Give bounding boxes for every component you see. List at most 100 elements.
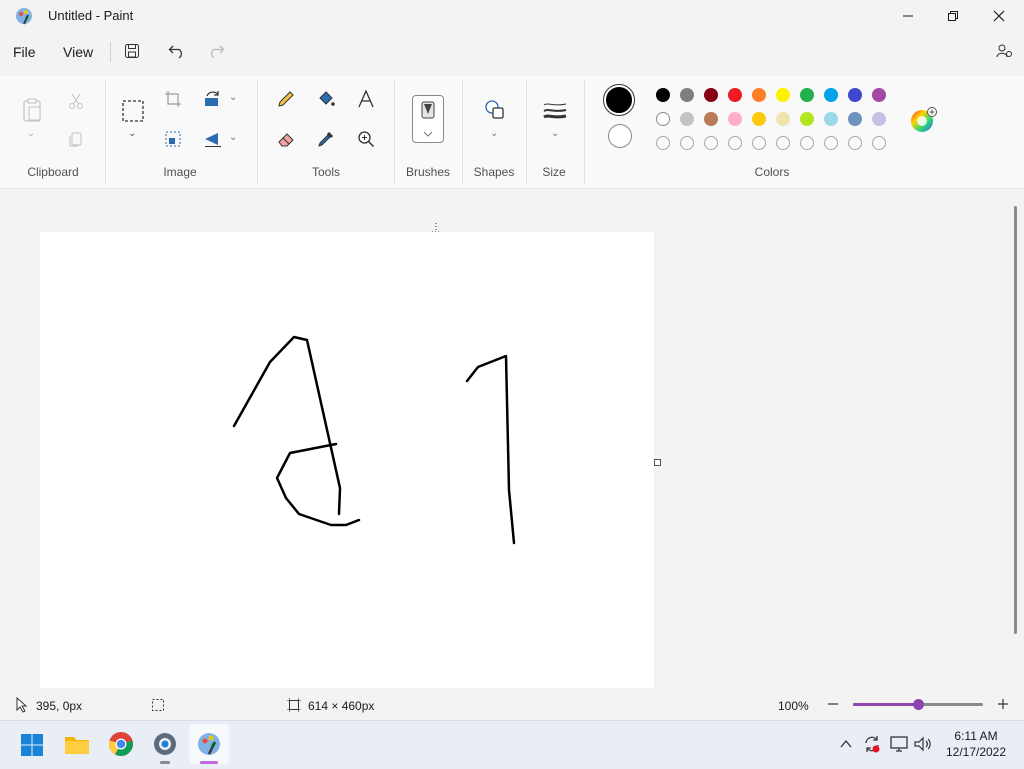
undo-button[interactable] <box>166 40 188 62</box>
custom-color-slot[interactable] <box>656 136 670 150</box>
palette-color-swatch[interactable] <box>752 88 766 102</box>
flip-chevron-icon[interactable]: ⌄ <box>229 132 237 143</box>
plus-icon <box>998 699 1008 709</box>
chrome-button[interactable] <box>108 731 134 762</box>
menu-file[interactable]: File <box>13 44 36 60</box>
menu-view[interactable]: View <box>63 44 93 60</box>
custom-color-slot[interactable] <box>752 136 766 150</box>
fill-button[interactable] <box>315 88 337 110</box>
file-explorer-button[interactable] <box>64 732 90 761</box>
custom-color-slot[interactable] <box>872 136 886 150</box>
shapes-chevron-icon[interactable]: ⌄ <box>490 128 498 139</box>
palette-color-swatch[interactable] <box>704 88 718 102</box>
custom-color-slot[interactable] <box>680 136 694 150</box>
palette-color-swatch[interactable] <box>824 112 838 126</box>
group-label-tools: Tools <box>311 165 340 179</box>
rotate-chevron-icon[interactable]: ⌄ <box>229 92 237 103</box>
custom-color-slot[interactable] <box>728 136 742 150</box>
custom-color-slot[interactable] <box>704 136 718 150</box>
resize-icon <box>165 131 181 147</box>
vertical-scrollbar[interactable] <box>1014 206 1017 634</box>
drawing-canvas[interactable] <box>40 232 654 688</box>
paste-icon <box>23 98 41 122</box>
paint-app-icon <box>14 6 34 26</box>
size-button[interactable] <box>542 100 568 122</box>
palette-color-swatch[interactable] <box>872 88 886 102</box>
text-button[interactable] <box>355 88 377 110</box>
palette-color-swatch[interactable] <box>848 112 862 126</box>
flip-button[interactable] <box>202 128 224 150</box>
restore-icon <box>948 11 958 21</box>
pencil-icon <box>278 91 294 107</box>
custom-color-slot[interactable] <box>800 136 814 150</box>
brushes-button[interactable] <box>412 95 444 143</box>
restore-button[interactable] <box>930 0 976 32</box>
color-palette <box>656 88 896 150</box>
close-icon <box>993 10 1005 22</box>
start-button[interactable] <box>20 733 44 762</box>
palette-color-swatch[interactable] <box>680 88 694 102</box>
canvas-right-resize-handle[interactable] <box>654 459 661 466</box>
sync-tray-icon[interactable] <box>862 734 882 759</box>
pencil-button[interactable] <box>275 88 297 110</box>
minimize-button[interactable] <box>885 0 931 32</box>
palette-color-swatch[interactable] <box>824 88 838 102</box>
save-button[interactable] <box>121 40 143 62</box>
volume-tray-icon[interactable] <box>913 735 933 758</box>
zoom-out-button[interactable] <box>826 697 840 711</box>
gear-icon <box>154 733 176 755</box>
custom-color-slot[interactable] <box>848 136 862 150</box>
shapes-button[interactable] <box>483 98 507 122</box>
redo-button[interactable] <box>205 40 227 62</box>
color-picker-button[interactable] <box>315 128 337 150</box>
custom-color-slot[interactable] <box>776 136 790 150</box>
settings-app-button[interactable] <box>152 731 178 762</box>
size-chevron-icon[interactable]: ⌄ <box>551 128 559 139</box>
magnifier-button[interactable] <box>355 128 377 150</box>
palette-color-swatch[interactable] <box>728 88 742 102</box>
resize-button[interactable] <box>162 128 184 150</box>
primary-color-swatch[interactable] <box>603 84 635 116</box>
select-button[interactable] <box>120 98 146 124</box>
secondary-color-swatch[interactable] <box>608 124 632 148</box>
copy-button[interactable] <box>65 128 87 150</box>
edit-colors-button[interactable] <box>910 107 938 135</box>
paint-bucket-icon <box>319 91 335 106</box>
crop-button[interactable] <box>162 88 184 110</box>
palette-color-swatch[interactable] <box>848 88 862 102</box>
zoom-slider-thumb[interactable] <box>913 699 924 710</box>
palette-color-swatch[interactable] <box>800 112 814 126</box>
rotate-button[interactable] <box>202 88 224 110</box>
zoom-in-button[interactable] <box>996 697 1010 716</box>
palette-color-swatch[interactable] <box>728 112 742 126</box>
palette-color-swatch[interactable] <box>656 88 670 102</box>
palette-color-swatch[interactable] <box>704 112 718 126</box>
network-icon <box>890 736 908 752</box>
palette-color-swatch[interactable] <box>776 88 790 102</box>
stroke-size-icon <box>543 103 567 119</box>
palette-color-swatch[interactable] <box>656 112 670 126</box>
show-hidden-icons-button[interactable] <box>839 737 853 756</box>
select-chevron-icon[interactable]: ⌄ <box>128 128 136 139</box>
zoom-level[interactable]: 100% <box>778 699 809 713</box>
zoom-slider[interactable] <box>853 699 983 710</box>
palette-color-swatch[interactable] <box>752 112 766 126</box>
settings-button[interactable] <box>993 40 1015 62</box>
palette-color-swatch[interactable] <box>800 88 814 102</box>
palette-color-swatch[interactable] <box>680 112 694 126</box>
crop-icon <box>165 91 181 107</box>
ribbon-separator <box>526 80 527 184</box>
eraser-button[interactable] <box>275 128 297 150</box>
cut-button[interactable] <box>65 90 87 112</box>
paste-button[interactable] <box>20 96 44 124</box>
paint-taskbar-button[interactable] <box>189 724 229 764</box>
clock[interactable]: 6:11 AM 12/17/2022 <box>936 728 1016 760</box>
window-title: Untitled - Paint <box>48 8 134 23</box>
network-tray-icon[interactable] <box>889 735 909 758</box>
palette-color-swatch[interactable] <box>776 112 790 126</box>
custom-color-slot[interactable] <box>824 136 838 150</box>
paste-chevron-icon[interactable]: ⌄ <box>27 128 35 139</box>
paint-active-indicator <box>200 761 218 764</box>
close-button[interactable] <box>976 0 1022 32</box>
palette-color-swatch[interactable] <box>872 112 886 126</box>
